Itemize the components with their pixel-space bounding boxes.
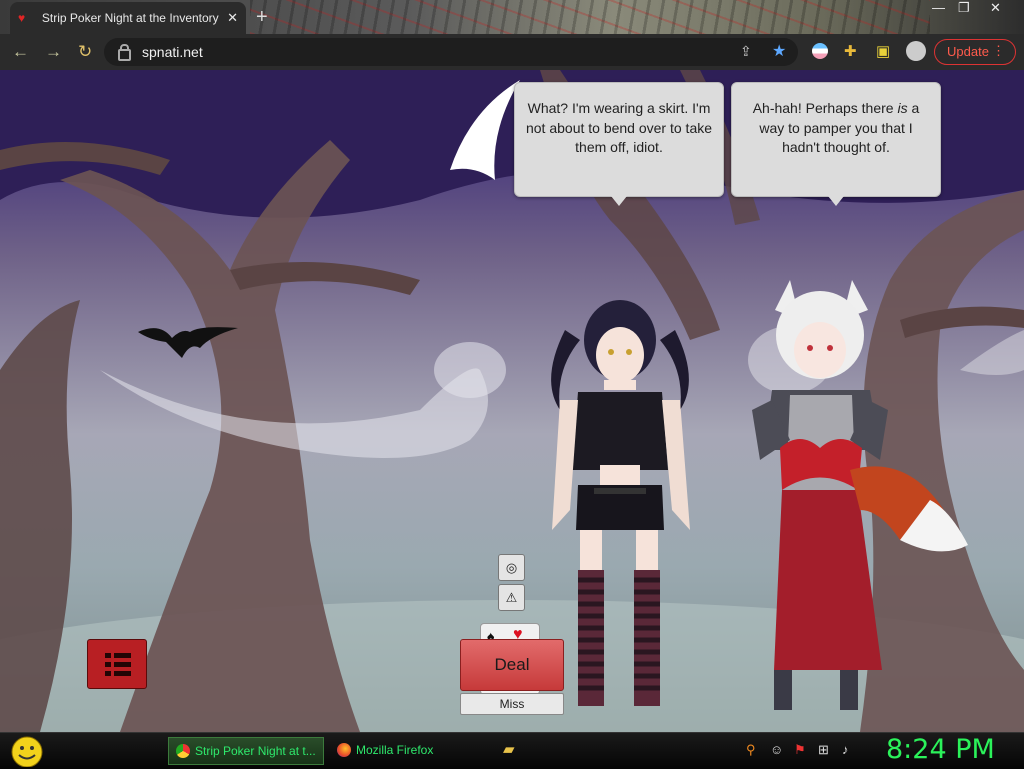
- firefox-icon: [337, 743, 351, 757]
- browser-tab[interactable]: ♥ Strip Poker Night at the Inventory ✕: [10, 2, 246, 34]
- extension-flag-icon[interactable]: [812, 43, 828, 59]
- restore-button[interactable]: ❐: [958, 0, 970, 16]
- heart-favicon-icon: ♥: [18, 11, 26, 25]
- report-bug-button[interactable]: ⚠: [498, 584, 525, 611]
- speech-bubble-left: What? I'm wearing a skirt. I'm not about…: [514, 82, 724, 206]
- dialogue-text-right-emphasis: is: [897, 100, 908, 116]
- minimize-button[interactable]: —: [932, 0, 945, 15]
- menu-button[interactable]: [87, 639, 147, 689]
- dialogue-text-right-a: Ah-hah! Perhaps there: [752, 100, 898, 116]
- taskbar: Strip Poker Night at t... Mozilla Firefo…: [0, 732, 1024, 769]
- warning-icon: ⚠: [505, 590, 518, 605]
- dialogue-text-left: What? I'm wearing a skirt. I'm not about…: [525, 100, 713, 155]
- address-bar[interactable]: spnati.net ⇪ ★: [104, 38, 798, 66]
- taskbar-item-chrome[interactable]: Strip Poker Night at t...: [168, 737, 324, 765]
- browser-tab-strip: ♥ Strip Poker Night at the Inventory ✕ +…: [0, 0, 1024, 34]
- tree-right: [860, 190, 1024, 732]
- share-icon[interactable]: ⇪: [740, 43, 752, 60]
- url-text: spnati.net: [142, 44, 203, 60]
- extensions-puzzle-icon[interactable]: ✚: [844, 42, 857, 60]
- side-panel-icon[interactable]: ▣: [876, 42, 890, 60]
- flag-warning-icon[interactable]: ⚑: [794, 742, 806, 758]
- window-frame-theme: [250, 0, 930, 34]
- new-tab-button[interactable]: +: [256, 6, 268, 29]
- hide-dialogue-button[interactable]: ◎: [498, 554, 525, 581]
- messenger-icon[interactable]: ☺: [770, 742, 783, 757]
- network-icon[interactable]: ⊞: [818, 742, 829, 758]
- game-scene: What? I'm wearing a skirt. I'm not about…: [0, 70, 1024, 732]
- taskbar-item-label: Strip Poker Night at t...: [195, 744, 316, 758]
- volume-icon[interactable]: ♪: [842, 742, 849, 757]
- folder-icon[interactable]: ▰: [503, 740, 515, 758]
- miss-label: Miss: [460, 693, 564, 715]
- reload-icon[interactable]: ↻: [78, 42, 92, 62]
- clock: 8:24 PM: [886, 734, 995, 765]
- taskbar-item-firefox[interactable]: Mozilla Firefox: [330, 737, 486, 765]
- back-icon[interactable]: ←: [12, 42, 29, 62]
- browser-toolbar: ← → ↻ spnati.net ⇪ ★: [0, 34, 1024, 71]
- tab-close-icon[interactable]: ✕: [227, 10, 238, 26]
- search-icon[interactable]: ⚲: [746, 742, 756, 758]
- taskbar-item-label: Mozilla Firefox: [356, 743, 434, 757]
- tab-title: Strip Poker Night at the Inventory: [41, 11, 219, 25]
- kebab-menu-icon[interactable]: ⋮: [992, 43, 1005, 59]
- update-label: Update: [947, 44, 989, 59]
- bookmark-star-icon[interactable]: ★: [772, 41, 786, 61]
- chrome-icon: [176, 744, 190, 758]
- lock-icon: [118, 44, 131, 61]
- profile-avatar-icon[interactable]: [906, 41, 926, 61]
- forward-icon[interactable]: →: [45, 42, 62, 62]
- close-window-button[interactable]: ✕: [990, 0, 1001, 16]
- update-button[interactable]: Update ⋮: [934, 39, 1016, 65]
- eye-slash-icon: ◎: [505, 560, 518, 575]
- start-smiley-icon[interactable]: [8, 735, 46, 767]
- deal-button[interactable]: Deal: [460, 639, 564, 691]
- speech-bubble-right: Ah-hah! Perhaps there is a way to pamper…: [731, 82, 941, 206]
